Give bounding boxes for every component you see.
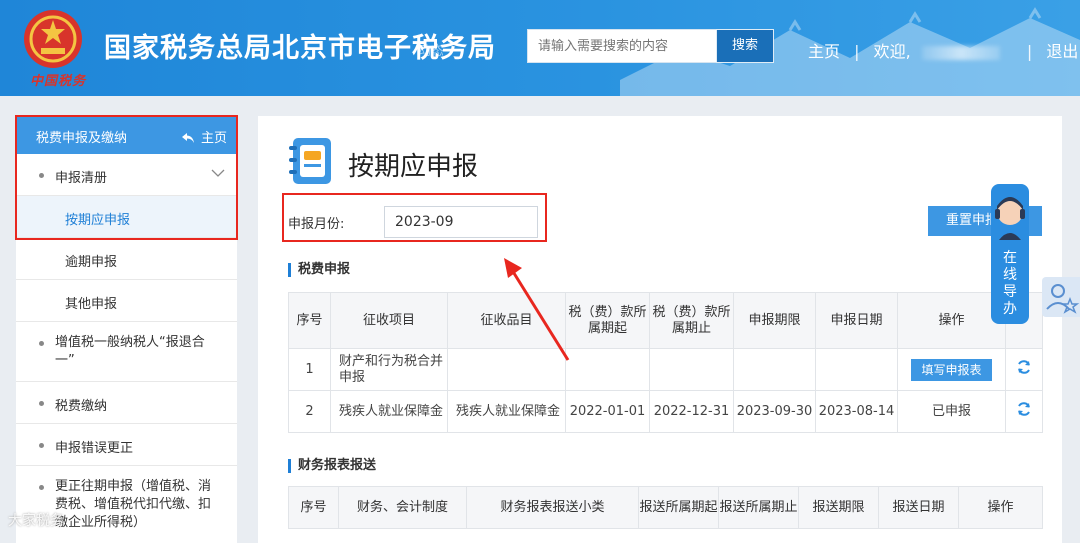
table-row: 1 财产和行为税合并申报 填写申报表	[288, 348, 1043, 391]
table-cell: 2	[288, 390, 331, 433]
table-header-cell: 税（费）款所属期止	[649, 292, 734, 349]
sidebar-item-label: 更正往期申报（增值税、消费税、增值税代扣代缴、扣缴企业所得税）	[55, 479, 212, 530]
table-header-cell: 申报期限	[733, 292, 816, 349]
sidebar-item-label: 其他申报	[65, 297, 118, 312]
table-cell	[1005, 390, 1043, 433]
main-panel: 按期应申报 申报月份: 2023-09 重置申报 税费申报 序号 征收项目 征收…	[258, 116, 1062, 543]
search-input[interactable]	[527, 29, 717, 63]
national-emblem-icon	[24, 10, 82, 68]
user-star-icon	[1046, 284, 1080, 314]
table-cell: 2023-09-30	[733, 390, 816, 433]
table-header-row: 序号 财务、会计制度 财务报表报送小类 报送所属期起 报送所属期止 报送期限 报…	[288, 486, 1043, 529]
table-cell: 2022-12-31	[649, 390, 734, 433]
table-header-cell: 财务、会计制度	[338, 486, 467, 529]
table-cell	[733, 348, 816, 391]
table-header-cell: 报送期限	[798, 486, 879, 529]
nav-welcome-text: 欢迎,	[873, 42, 911, 61]
declaration-book-icon	[289, 138, 331, 184]
sidebar-item-other-declaration[interactable]: 其他申报	[16, 280, 237, 322]
search-button[interactable]: 搜索	[716, 29, 774, 63]
watermark-text: 大家税务	[8, 513, 64, 529]
table-cell	[815, 348, 898, 391]
table-header-cell: 操作	[958, 486, 1043, 529]
site-header: 中国税务 国家税务总局北京市电子税务局 动态 搜索 主页 | 欢迎, | 退出	[0, 0, 1080, 96]
section-title-financial-report: 财务报表报送	[288, 459, 376, 473]
bullet-icon	[39, 401, 44, 406]
sidebar-item-error-correction[interactable]: 申报错误更正	[16, 424, 237, 466]
table-header-cell: 报送所属期止	[718, 486, 799, 529]
blurred-username	[921, 45, 1000, 60]
table-header-cell: 报送所属期起	[638, 486, 719, 529]
top-nav: 主页 | 欢迎, | 退出	[808, 38, 1078, 62]
bullet-icon	[39, 443, 44, 448]
sidebar-item-tax-payment[interactable]: 税费缴纳	[16, 382, 237, 424]
table-cell	[565, 348, 650, 391]
table-header-cell: 征收项目	[330, 292, 448, 349]
table-header-cell: 序号	[288, 486, 339, 529]
table-cell	[649, 348, 734, 391]
tax-declaration-table: 序号 征收项目 征收品目 税（费）款所属期起 税（费）款所属期止 申报期限 申报…	[288, 292, 1043, 433]
customer-service-icon	[995, 197, 1025, 240]
financial-report-table: 序号 财务、会计制度 财务报表报送小类 报送所属期起 报送所属期止 报送期限 报…	[288, 486, 1043, 529]
refresh-icon[interactable]	[1016, 359, 1032, 375]
sidebar-item-label: 增值税一般纳税人“报退合一”	[55, 335, 205, 368]
sidebar-item-vat-refund[interactable]: 增值税一般纳税人“报退合一”	[16, 322, 237, 382]
section-title-tax-declaration: 税费申报	[288, 263, 350, 277]
table-row: 2 残疾人就业保障金 残疾人就业保障金 2022-01-01 2022-12-3…	[288, 390, 1043, 433]
page-title: 按期应申报	[348, 152, 479, 182]
nav-logout-link[interactable]: 退出	[1046, 38, 1078, 62]
table-cell: 残疾人就业保障金	[330, 390, 448, 433]
table-header-cell: 税（费）款所属期起	[565, 292, 650, 349]
table-cell: 填写申报表	[897, 348, 1006, 391]
annotation-arrow-icon	[504, 258, 570, 361]
table-cell	[1005, 348, 1043, 391]
table-header-cell: 财务报表报送小类	[466, 486, 639, 529]
sidebar-item-past-correction[interactable]: 更正往期申报（增值税、消费税、增值税代扣代缴、扣缴企业所得税）	[16, 466, 237, 543]
sidebar-item-overdue-declaration[interactable]: 逾期申报	[16, 238, 237, 280]
highlight-box-month	[282, 193, 547, 242]
sidebar-item-label: 申报错误更正	[55, 441, 134, 456]
sidebar-item-label: 税费缴纳	[55, 399, 108, 414]
fill-form-button[interactable]: 填写申报表	[911, 358, 992, 381]
table-header-row: 序号 征收项目 征收品目 税（费）款所属期起 税（费）款所属期止 申报期限 申报…	[288, 292, 1043, 349]
nav-home-link[interactable]: 主页	[808, 38, 840, 62]
table-cell: 2022-01-01	[565, 390, 650, 433]
refresh-icon[interactable]	[1016, 401, 1032, 417]
logo-script-text: 中国税务	[30, 74, 87, 89]
table-header-cell: 报送日期	[878, 486, 959, 529]
table-header-cell: 操作	[897, 292, 1006, 349]
title-ghost-text: 动态	[418, 44, 445, 59]
table-header-cell: 申报日期	[815, 292, 898, 349]
online-guide-button[interactable]: 在线导办	[991, 184, 1029, 324]
status-cell: 已申报	[897, 390, 1006, 433]
table-cell: 财产和行为税合并申报	[330, 348, 448, 391]
user-star-float-button[interactable]	[1042, 277, 1080, 317]
bullet-icon	[39, 485, 44, 490]
table-cell: 残疾人就业保障金	[447, 390, 566, 433]
online-guide-label: 在线导办	[1003, 250, 1017, 317]
highlight-box-sidebar	[15, 115, 238, 240]
table-cell: 2023-08-14	[815, 390, 898, 433]
nav-separator: |	[1026, 42, 1033, 61]
nav-separator: |	[854, 42, 860, 61]
bullet-icon	[39, 341, 44, 346]
table-header-cell: 序号	[288, 292, 331, 349]
table-cell: 1	[288, 348, 331, 391]
sidebar-item-label: 逾期申报	[65, 255, 118, 270]
